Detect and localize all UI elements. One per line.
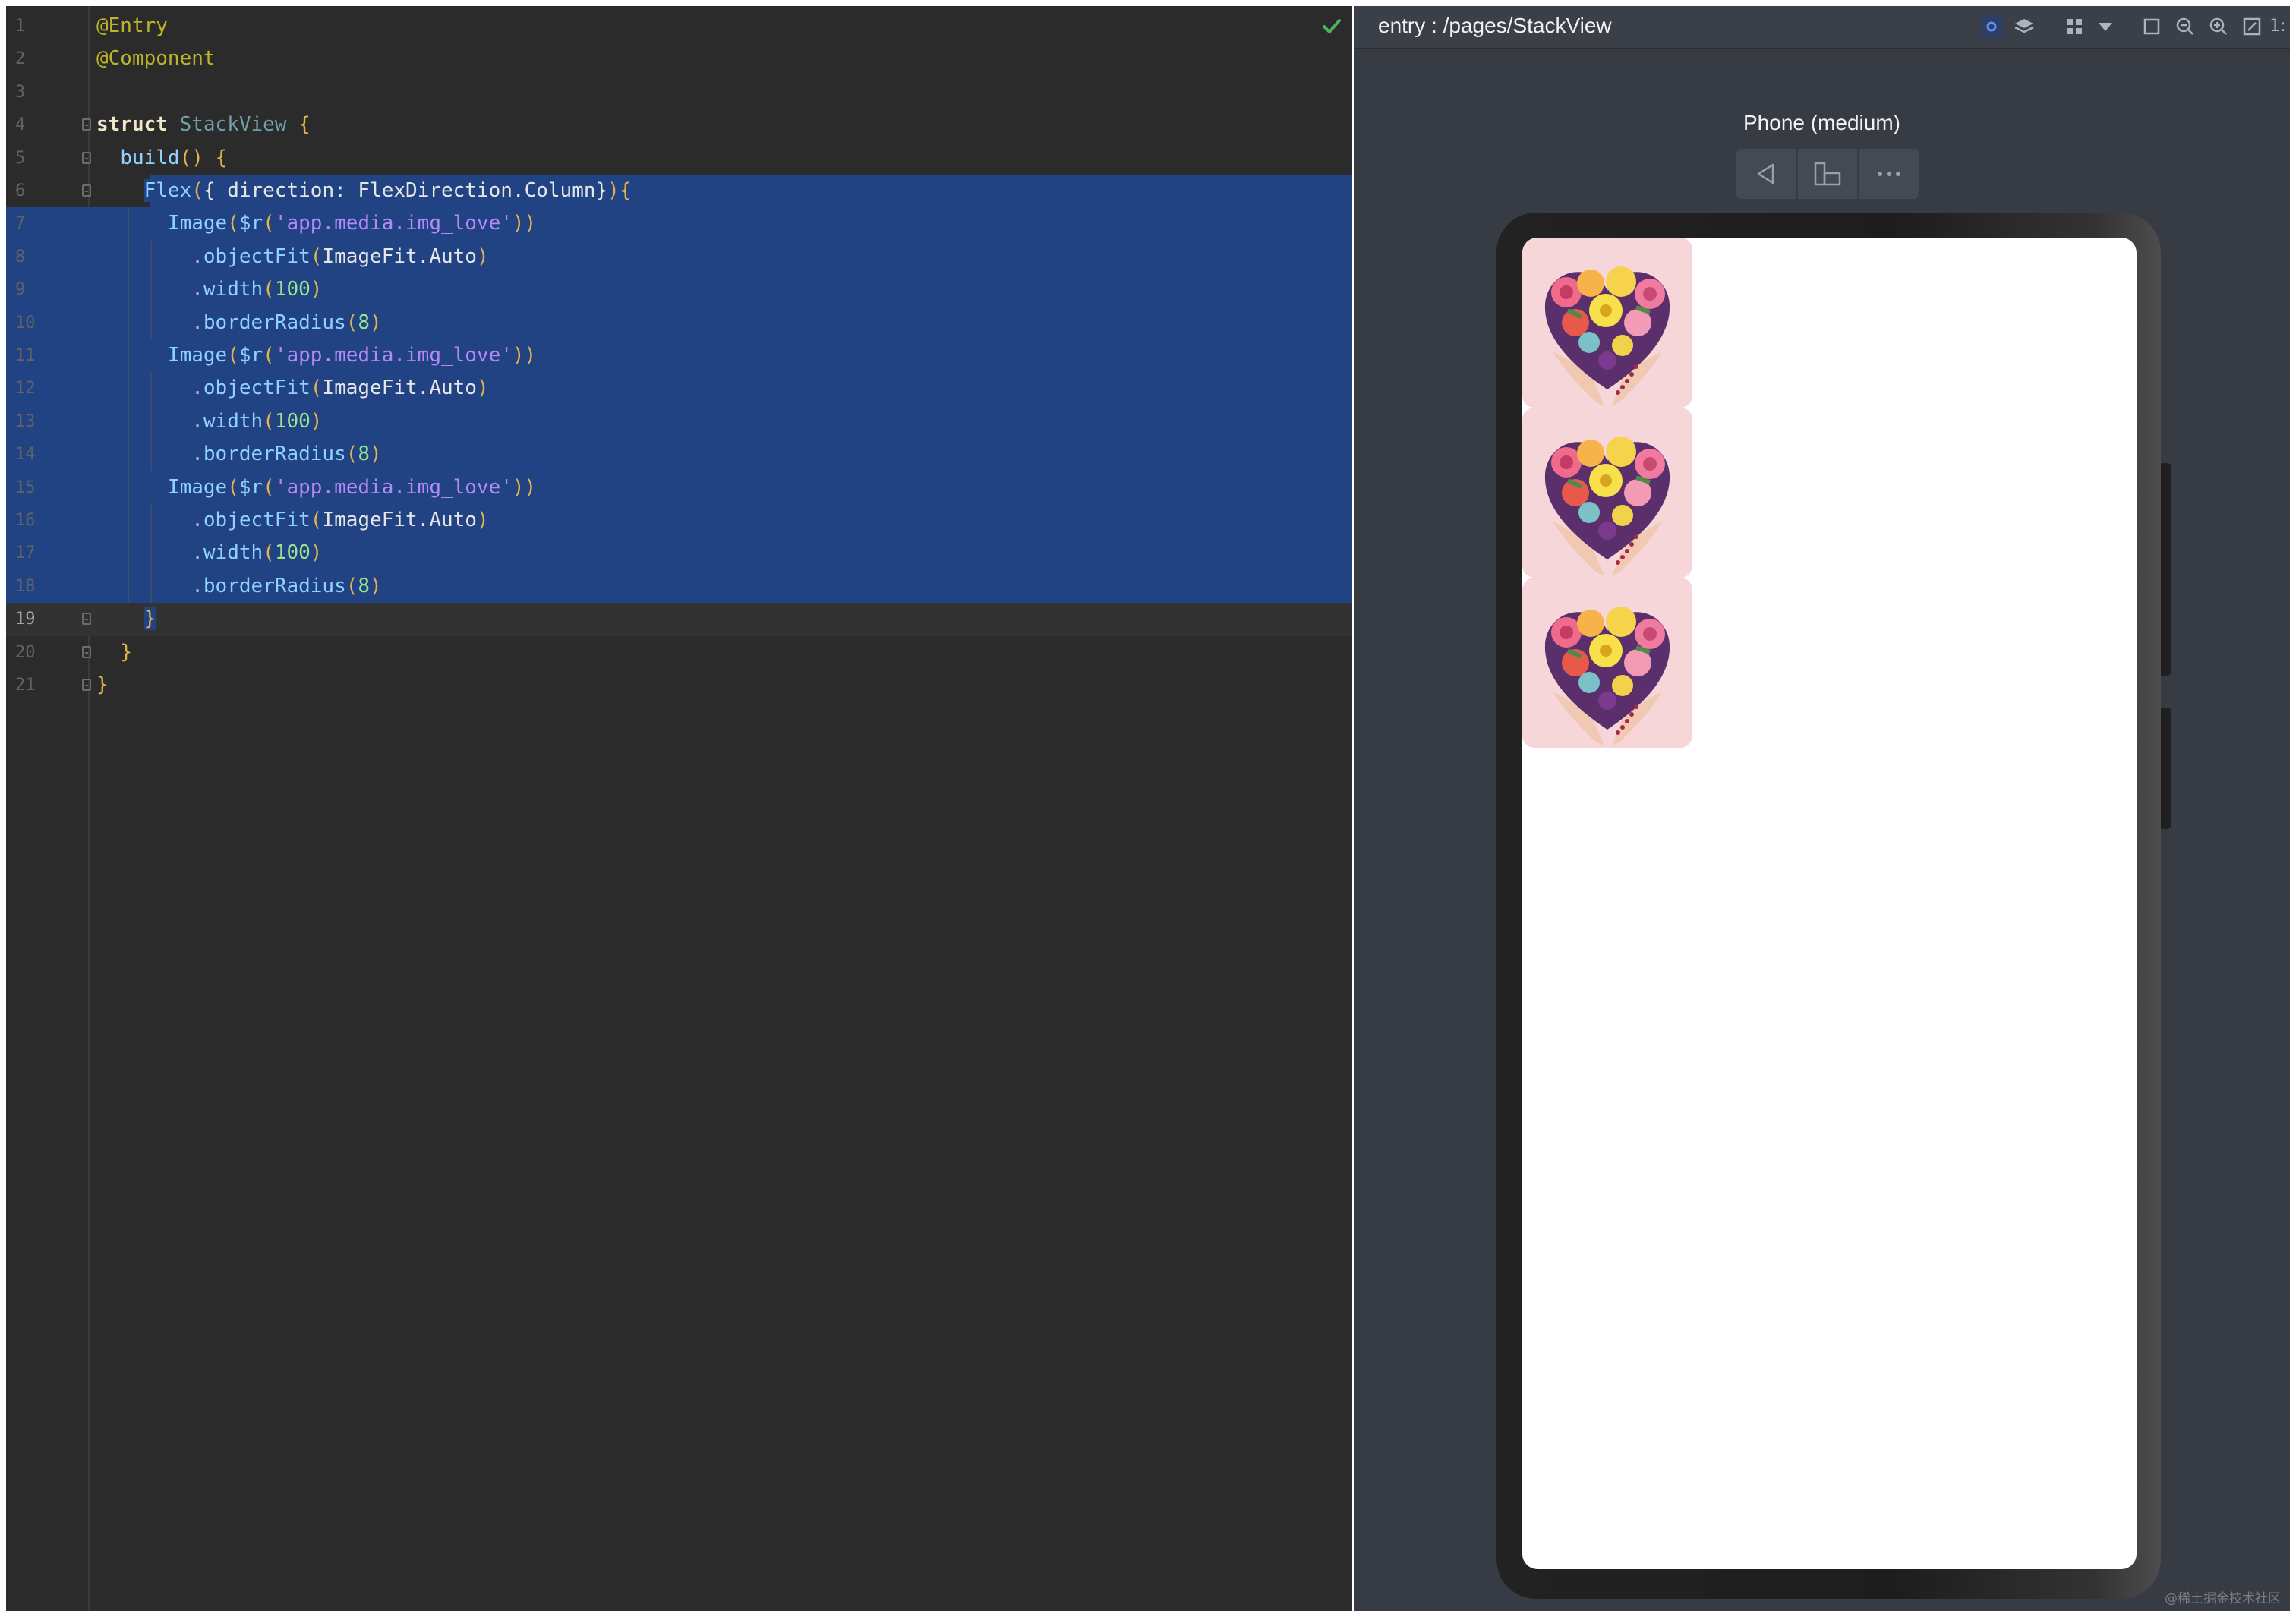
code-line[interactable]: 9 .width(100) bbox=[6, 273, 1352, 307]
code-text: .width(100) bbox=[191, 278, 323, 301]
zoom-out-icon[interactable] bbox=[2174, 15, 2197, 38]
fold-marker-icon[interactable] bbox=[82, 184, 91, 197]
line-number: 11 bbox=[15, 346, 36, 365]
line-number: 17 bbox=[15, 544, 36, 563]
side-button bbox=[2161, 463, 2171, 676]
indent-guide bbox=[150, 372, 152, 471]
code-text: @Component bbox=[96, 47, 216, 71]
code-text: Image($r('app.media.img_love')) bbox=[167, 475, 537, 499]
code-text: .objectFit(ImageFit.Auto) bbox=[191, 377, 489, 400]
line-number: 14 bbox=[15, 445, 36, 465]
code-text: Image($r('app.media.img_love')) bbox=[167, 344, 537, 367]
code-line[interactable]: 12 .objectFit(ImageFit.Auto) bbox=[6, 372, 1352, 405]
line-number: 5 bbox=[15, 148, 26, 168]
indent-guide bbox=[150, 240, 152, 339]
line-number: 10 bbox=[15, 313, 36, 333]
line-number: 20 bbox=[15, 642, 36, 662]
zoom-in-icon[interactable] bbox=[2207, 15, 2230, 38]
code-text: .objectFit(ImageFit.Auto) bbox=[191, 244, 489, 268]
code-text: .objectFit(ImageFit.Auto) bbox=[191, 509, 489, 531]
line-number: 19 bbox=[15, 610, 36, 629]
watermark: @稀土掘金技术社区 bbox=[2165, 1591, 2281, 1606]
code-text: .width(100) bbox=[191, 541, 323, 565]
line-number: 18 bbox=[15, 576, 36, 596]
code-text: .borderRadius(8) bbox=[191, 310, 382, 334]
code-text: } bbox=[96, 673, 109, 696]
code-line[interactable]: 5 build() { bbox=[6, 142, 1352, 175]
code-line[interactable]: 18 .borderRadius(8) bbox=[6, 569, 1352, 604]
more-icon[interactable] bbox=[1859, 149, 1919, 199]
device-controls bbox=[1736, 149, 1919, 199]
code-line[interactable]: 10 .borderRadius(8) bbox=[6, 306, 1352, 339]
code-text: @Entry bbox=[96, 14, 168, 37]
code-text: .borderRadius(8) bbox=[191, 574, 382, 597]
device-screen[interactable] bbox=[1522, 238, 2137, 1569]
code-text: .width(100) bbox=[191, 409, 323, 433]
code-text: Image($r('app.media.img_love')) bbox=[167, 212, 537, 235]
rotate-icon[interactable] bbox=[1797, 149, 1858, 199]
line-number: 13 bbox=[15, 411, 36, 431]
line-number: 8 bbox=[15, 247, 26, 266]
code-line[interactable]: 20 } bbox=[6, 636, 1352, 669]
code-line[interactable]: 17 .width(100) bbox=[6, 537, 1352, 570]
code-line[interactable]: 19 } bbox=[6, 603, 1352, 636]
line-number: 3 bbox=[15, 82, 26, 102]
previewer-toolbar: entry : /pages/StackView 1: bbox=[1354, 6, 2290, 49]
line-number: 15 bbox=[15, 478, 36, 497]
fold-marker-icon[interactable] bbox=[82, 613, 91, 626]
fold-marker-icon[interactable] bbox=[82, 679, 91, 691]
device-label: Phone (medium) bbox=[1743, 111, 1900, 134]
image-love bbox=[1522, 578, 1692, 748]
line-number: 4 bbox=[15, 115, 26, 135]
fold-marker-icon[interactable] bbox=[82, 118, 91, 131]
code-line[interactable]: 8 .objectFit(ImageFit.Auto) bbox=[6, 240, 1352, 274]
image-love bbox=[1522, 408, 1692, 578]
line-number: 9 bbox=[15, 280, 26, 300]
code-text: Flex({ direction: FlexDirection.Column})… bbox=[144, 179, 632, 202]
fit-icon[interactable] bbox=[2241, 15, 2263, 38]
side-button bbox=[2161, 708, 2171, 829]
line-number: 7 bbox=[15, 214, 26, 234]
code-line[interactable]: 6 Flex({ direction: FlexDirection.Column… bbox=[6, 175, 1352, 207]
back-icon[interactable] bbox=[1736, 149, 1796, 199]
eye-icon[interactable] bbox=[1980, 15, 2003, 38]
previewer-panel: entry : /pages/StackView 1: Phone (mediu… bbox=[1354, 6, 2290, 1611]
line-number: 2 bbox=[15, 49, 26, 69]
code-line[interactable]: 3 bbox=[6, 76, 1352, 109]
fold-marker-icon[interactable] bbox=[82, 645, 91, 658]
dropdown-icon[interactable] bbox=[2094, 15, 2117, 38]
code-line[interactable]: 11 Image($r('app.media.img_love')) bbox=[6, 339, 1352, 373]
grid-icon[interactable] bbox=[2063, 15, 2086, 38]
code-line[interactable]: 1 @Entry bbox=[6, 10, 1352, 43]
phone-frame bbox=[1496, 213, 2171, 1599]
code-text: } bbox=[120, 640, 132, 664]
code-editor[interactable]: 1 @Entry 2 @Component 3 4 struct StackView { 5 … bbox=[6, 6, 1352, 1611]
preview-page-path: entry : /pages/StackView bbox=[1378, 14, 1612, 37]
code-text: build() { bbox=[120, 146, 228, 169]
code-text: } bbox=[144, 607, 156, 631]
fold-marker-icon[interactable] bbox=[82, 151, 91, 164]
crop-icon[interactable] bbox=[2140, 15, 2163, 38]
code-line[interactable]: 21} bbox=[6, 669, 1352, 701]
code-text: .borderRadius(8) bbox=[191, 443, 382, 466]
line-number: 6 bbox=[15, 181, 26, 200]
check-icon bbox=[1323, 19, 1341, 33]
code-line[interactable]: 16 .objectFit(ImageFit.Auto) bbox=[6, 504, 1352, 537]
indent-guide bbox=[150, 504, 152, 604]
indent-guide bbox=[128, 207, 129, 604]
code-line[interactable]: 2 @Component bbox=[6, 43, 1352, 75]
line-number: 21 bbox=[15, 676, 36, 695]
line-number: 12 bbox=[15, 379, 36, 399]
code-line[interactable]: 15 Image($r('app.media.img_love')) bbox=[6, 471, 1352, 504]
code-line[interactable]: 13 .width(100) bbox=[6, 405, 1352, 439]
ratio-icon[interactable]: 1: bbox=[2268, 15, 2288, 38]
line-number: 16 bbox=[15, 511, 36, 530]
code-line[interactable]: 4 struct StackView { bbox=[6, 109, 1352, 141]
layers-icon[interactable] bbox=[2013, 15, 2036, 38]
code-line[interactable]: 7 Image($r('app.media.img_love')) bbox=[6, 207, 1352, 241]
image-love bbox=[1522, 238, 1692, 408]
code-text: struct StackView { bbox=[96, 113, 311, 137]
code-line[interactable]: 14 .borderRadius(8) bbox=[6, 438, 1352, 471]
line-number: 1 bbox=[15, 17, 26, 36]
